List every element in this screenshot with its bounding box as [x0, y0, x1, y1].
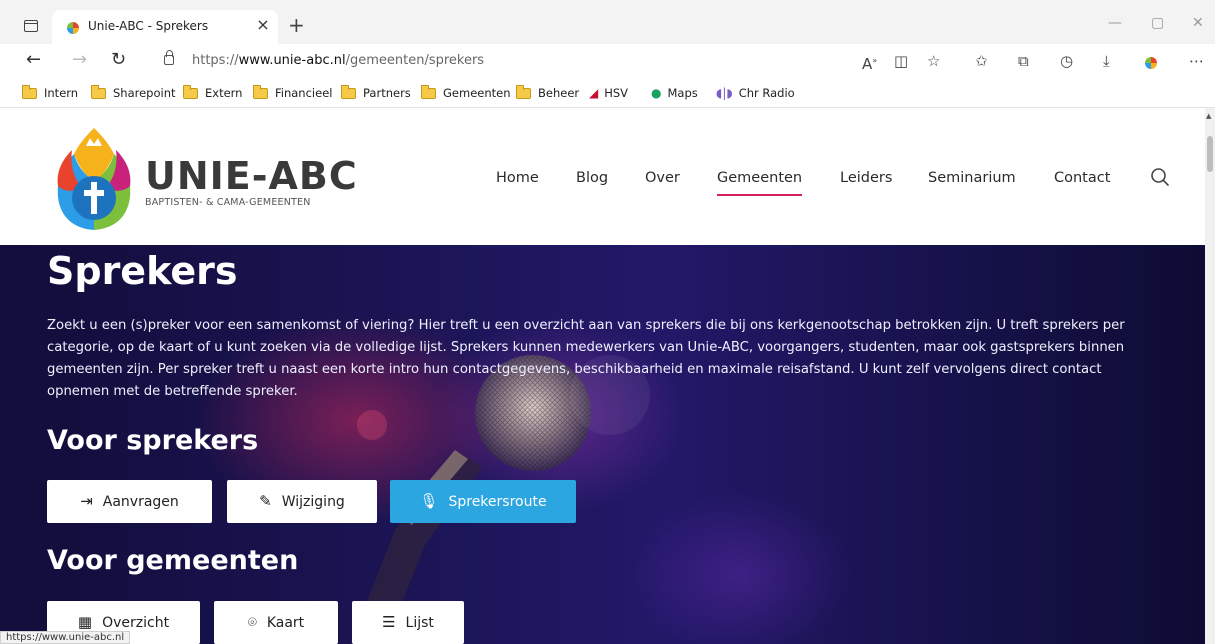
radio-icon: ◖|◗ — [716, 86, 733, 100]
history-icon[interactable]: ◷ — [1060, 52, 1073, 70]
nav-contact[interactable]: Contact — [1054, 170, 1110, 186]
lock-icon[interactable] — [164, 50, 174, 65]
hsv-icon: ◢ — [589, 86, 599, 100]
bookmark-sharepoint[interactable]: Sharepoint — [91, 84, 176, 101]
search-icon[interactable] — [1150, 167, 1170, 187]
lijst-button[interactable]: ☰ Lijst — [352, 601, 464, 644]
intro-text: Zoekt u een (s)preker voor een samenkoms… — [47, 318, 1125, 399]
sprekersroute-button[interactable]: 🎙 Sprekersroute — [390, 480, 576, 523]
brand-name: UNIE-ABC — [145, 154, 358, 198]
bookmarks-bar: Intern Sharepoint Extern Financieel Part… — [0, 77, 1215, 108]
bookmark-financieel[interactable]: Financieel — [253, 84, 332, 101]
bookmark-partners[interactable]: Partners — [341, 84, 411, 101]
browser-tab-bar: Unie-ABC - Sprekers × + — ▢ ✕ — [0, 0, 1215, 44]
tab-title: Unie-ABC - Sprekers — [88, 19, 209, 33]
folder-icon — [22, 84, 37, 99]
read-aloud-icon[interactable]: A» — [862, 52, 877, 73]
nav-home[interactable]: Home — [496, 170, 539, 186]
bookmark-gemeenten[interactable]: Gemeenten — [421, 84, 511, 101]
bookmark-maps[interactable]: ● Maps — [651, 85, 698, 101]
wijziging-button[interactable]: ✎ Wijziging — [227, 480, 377, 523]
bookmark-intern[interactable]: Intern — [22, 84, 78, 101]
bookmark-chr-radio[interactable]: ◖|◗ Chr Radio — [716, 85, 795, 101]
extension-icon[interactable] — [1145, 53, 1157, 71]
section-voor-sprekers: Voor sprekers — [47, 425, 259, 456]
site-header: UNIE-ABC BAPTISTEN- & CAMA-GEMEENTEN Hom… — [0, 108, 1205, 245]
grid-icon: ▦ — [77, 613, 93, 631]
bookmark-beheer[interactable]: Beheer — [516, 84, 579, 101]
close-tab-icon[interactable]: × — [254, 16, 272, 34]
url-text: https://www.unie-abc.nl/gemeenten/spreke… — [192, 53, 485, 68]
scroll-up-arrow-icon[interactable]: ▲ — [1206, 112, 1211, 120]
bookmark-extern[interactable]: Extern — [183, 84, 242, 101]
tab-actions-icon[interactable] — [24, 20, 38, 32]
folder-icon — [91, 84, 106, 99]
hero-section: Sprekers Zoekt u een (s)preker voor een … — [0, 245, 1205, 644]
folder-icon — [341, 84, 356, 99]
folder-icon — [516, 84, 531, 99]
scroll-thumb[interactable] — [1207, 136, 1213, 172]
minimize-icon[interactable]: — — [1108, 15, 1122, 31]
brand-subtitle: BAPTISTEN- & CAMA-GEMEENTEN — [145, 197, 311, 208]
url-input[interactable]: https://www.unie-abc.nl/gemeenten/spreke… — [148, 47, 908, 75]
map-pin-icon: ⌾ — [247, 613, 257, 631]
maps-pin-icon: ● — [651, 86, 662, 100]
kaart-button[interactable]: ⌾ Kaart — [214, 601, 338, 644]
folder-icon — [421, 84, 436, 99]
site-favicon-icon — [67, 22, 79, 34]
forward-icon[interactable]: → — [72, 50, 87, 70]
favorites-icon[interactable]: ✩ — [975, 52, 988, 70]
back-icon[interactable]: ← — [26, 50, 41, 70]
downloads-icon[interactable]: ⤓ — [1103, 52, 1110, 70]
section-voor-gemeenten: Voor gemeenten — [47, 545, 299, 576]
microphone-icon: 🎙 — [419, 492, 439, 510]
collections-icon[interactable]: ⧉ — [1018, 52, 1029, 70]
folder-icon — [183, 84, 198, 99]
bookmark-hsv[interactable]: ◢ HSV — [589, 85, 628, 101]
unie-abc-logo[interactable] — [52, 122, 136, 232]
address-bar-row: ← → ↻ https://www.unie-abc.nl/gemeenten/… — [0, 44, 1215, 77]
nav-leiders[interactable]: Leiders — [840, 170, 892, 186]
browser-tab[interactable]: Unie-ABC - Sprekers × — [52, 10, 278, 44]
add-favorite-icon[interactable]: ☆ — [927, 52, 940, 70]
pencil-icon: ✎ — [259, 492, 272, 510]
refresh-icon[interactable]: ↻ — [111, 50, 126, 70]
aanvragen-button[interactable]: ⇥ Aanvragen — [47, 480, 212, 523]
nav-blog[interactable]: Blog — [576, 170, 608, 186]
nav-seminarium[interactable]: Seminarium — [928, 170, 1016, 186]
link-status-tooltip: https://www.unie-abc.nl — [0, 631, 131, 644]
page-title: Sprekers — [47, 249, 238, 293]
login-arrow-icon: ⇥ — [80, 492, 93, 510]
nav-gemeenten[interactable]: Gemeenten — [717, 170, 803, 196]
restore-icon[interactable]: ▢ — [1151, 15, 1164, 31]
more-menu-icon[interactable]: ⋯ — [1189, 52, 1204, 70]
immersive-reader-icon[interactable]: ◫ — [894, 52, 908, 70]
new-tab-icon[interactable]: + — [288, 15, 305, 35]
close-window-icon[interactable]: ✕ — [1192, 15, 1204, 31]
list-icon: ☰ — [382, 613, 396, 631]
folder-icon — [253, 84, 268, 99]
nav-over[interactable]: Over — [645, 170, 680, 186]
page-scrollbar[interactable]: ▲ — [1205, 108, 1215, 644]
